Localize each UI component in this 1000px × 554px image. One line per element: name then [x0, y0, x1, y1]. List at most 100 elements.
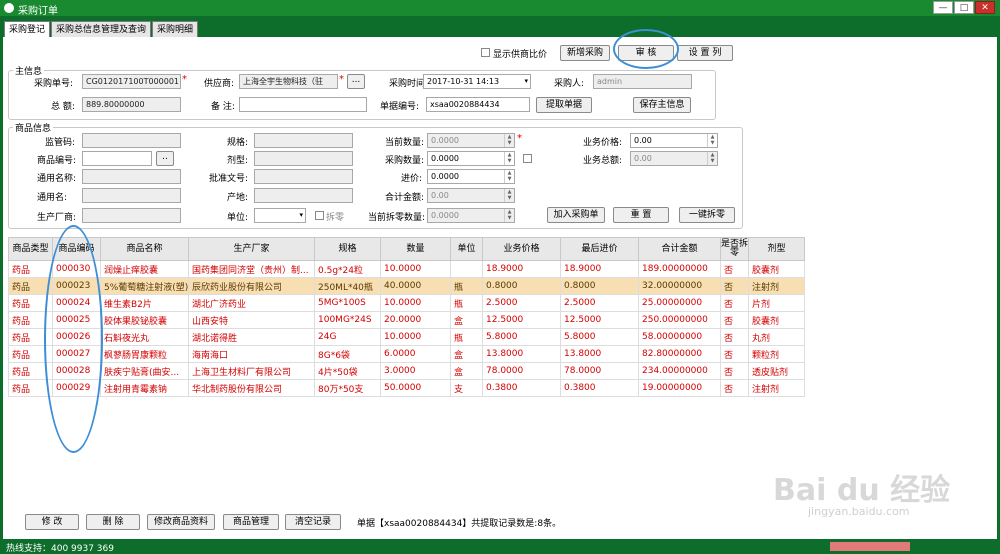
split-checkbox[interactable]: [315, 211, 324, 220]
spinner-icon[interactable]: ▲ ▼: [504, 152, 514, 165]
column-settings-button[interactable]: 设 置 列: [677, 45, 733, 61]
table-cell[interactable]: 支: [450, 379, 483, 397]
table-row[interactable]: 药品 000023 5%葡萄糖注射液(塑) 辰欣药业股份有限公司 250ML*40瓶 40…: [8, 277, 805, 295]
column-header[interactable]: 合计金额: [638, 237, 721, 261]
buy-qty-checkbox[interactable]: [523, 154, 532, 163]
unit-select[interactable]: ▾: [254, 208, 306, 223]
table-row[interactable]: 药品 000029 注射用青霉素钠 华北制药股份有限公司 80万*50支 50.0000 支…: [8, 379, 805, 397]
table-cell[interactable]: [450, 260, 483, 278]
table-cell[interactable]: 10.0000: [380, 260, 451, 278]
table-cell[interactable]: 20.0000: [380, 311, 451, 329]
table-cell[interactable]: 24G: [314, 328, 381, 346]
product-code-field[interactable]: [82, 151, 152, 166]
spinner-icon[interactable]: ▲ ▼: [707, 152, 717, 165]
table-cell[interactable]: 否: [720, 311, 749, 329]
table-row[interactable]: 药品 000030 润燥止痒胶囊 国药集团同济堂（贵州）制... 0.5g*24粒 10.…: [8, 260, 805, 278]
add-to-order-button[interactable]: 加入采购单: [547, 207, 605, 223]
table-cell[interactable]: 0.8000: [560, 277, 639, 295]
table-cell[interactable]: 胶体果胶铋胶囊: [100, 311, 189, 329]
table-cell[interactable]: 国药集团同济堂（贵州）制...: [188, 260, 315, 278]
table-cell[interactable]: 上海卫生材料厂有限公司: [188, 362, 315, 380]
table-row[interactable]: 药品 000027 枫蓼肠胃康颗粒 海南海口 8G*6袋 6.0000 盒 13.8000 13…: [8, 345, 805, 363]
table-cell[interactable]: 胶囊剂: [748, 311, 805, 329]
table-cell[interactable]: 盒: [450, 345, 483, 363]
clear-records-button[interactable]: 清空记录: [285, 514, 341, 530]
table-cell[interactable]: 10.0000: [380, 328, 451, 346]
table-cell[interactable]: 250.00000000: [638, 311, 721, 329]
biz-price-field[interactable]: 0.00 ▲ ▼: [630, 133, 718, 148]
biz-total-field[interactable]: 0.00 ▲ ▼: [630, 151, 718, 166]
total-field[interactable]: 889.80000000: [82, 97, 181, 112]
delete-button[interactable]: 删 除: [86, 514, 140, 530]
table-cell[interactable]: 颗粒剂: [748, 345, 805, 363]
table-cell[interactable]: 否: [720, 277, 749, 295]
table-cell[interactable]: 8G*6袋: [314, 345, 381, 363]
table-cell[interactable]: 注射剂: [748, 379, 805, 397]
maximize-button[interactable]: □: [954, 1, 974, 14]
spinner-icon[interactable]: ▲ ▼: [504, 170, 514, 183]
column-header[interactable]: 是否拆零: [720, 237, 749, 261]
table-cell[interactable]: 枫蓼肠胃康颗粒: [100, 345, 189, 363]
column-header[interactable]: 最后进价: [560, 237, 639, 261]
one-key-split-button[interactable]: 一键拆零: [679, 207, 735, 223]
table-cell[interactable]: 辰欣药业股份有限公司: [188, 277, 315, 295]
dosage-form-field[interactable]: [254, 151, 353, 166]
table-cell[interactable]: 13.8000: [482, 345, 561, 363]
table-cell[interactable]: 250ML*40瓶: [314, 277, 381, 295]
table-cell[interactable]: 胶囊剂: [748, 260, 805, 278]
current-qty-field[interactable]: 0.0000 ▲ ▼: [427, 133, 515, 148]
table-cell[interactable]: 丸剂: [748, 328, 805, 346]
table-cell[interactable]: 2.5000: [482, 294, 561, 312]
table-row[interactable]: 药品 000024 维生素B2片 湖北广济药业 5MG*100S 10.0000 瓶 2.50…: [8, 294, 805, 312]
table-cell[interactable]: 5%葡萄糖注射液(塑): [100, 277, 189, 295]
calendar-dropdown-icon[interactable]: ▾: [524, 75, 528, 88]
buy-qty-field[interactable]: 0.0000 ▲ ▼: [427, 151, 515, 166]
table-cell[interactable]: 100MG*24S: [314, 311, 381, 329]
spinner-icon[interactable]: ▲ ▼: [504, 134, 514, 147]
product-management-button[interactable]: 商品管理: [223, 514, 279, 530]
table-cell[interactable]: 海南海口: [188, 345, 315, 363]
spec-field[interactable]: [254, 133, 353, 148]
tab-purchase-detail[interactable]: 采购明细: [152, 21, 199, 38]
table-cell[interactable]: 石斛夜光丸: [100, 328, 189, 346]
table-cell[interactable]: 瓶: [450, 294, 483, 312]
table-cell[interactable]: 片剂: [748, 294, 805, 312]
table-cell[interactable]: 18.9000: [482, 260, 561, 278]
table-cell[interactable]: 58.00000000: [638, 328, 721, 346]
table-cell[interactable]: 78.0000: [482, 362, 561, 380]
spinner-icon[interactable]: ▲ ▼: [504, 189, 514, 202]
column-header[interactable]: 单位: [450, 237, 483, 261]
alias-field[interactable]: [82, 188, 181, 203]
table-cell[interactable]: 25.00000000: [638, 294, 721, 312]
table-cell[interactable]: 药品: [8, 260, 53, 278]
table-cell[interactable]: 78.0000: [560, 362, 639, 380]
table-cell[interactable]: 0.8000: [482, 277, 561, 295]
close-button[interactable]: ✕: [975, 1, 995, 14]
table-cell[interactable]: 注射剂: [748, 277, 805, 295]
minimize-button[interactable]: —: [933, 1, 953, 14]
column-header[interactable]: 商品类型: [8, 237, 53, 261]
approval-no-field[interactable]: [254, 169, 353, 184]
table-cell[interactable]: 2.5000: [560, 294, 639, 312]
table-cell[interactable]: 注射用青霉素钠: [100, 379, 189, 397]
column-header[interactable]: 商品名称: [100, 237, 189, 261]
reset-button[interactable]: 重 置: [613, 207, 669, 223]
in-price-field[interactable]: 0.0000 ▲ ▼: [427, 169, 515, 184]
table-cell[interactable]: 5.8000: [482, 328, 561, 346]
column-header[interactable]: 剂型: [748, 237, 805, 261]
edit-product-button[interactable]: 修改商品资料: [147, 514, 215, 530]
table-cell[interactable]: 4片*50袋: [314, 362, 381, 380]
table-cell[interactable]: 华北制药股份有限公司: [188, 379, 315, 397]
column-header[interactable]: 规格: [314, 237, 381, 261]
table-row[interactable]: 药品 000026 石斛夜光丸 湖北诺得胜 24G 10.0000 瓶 5.8000 5.800…: [8, 328, 805, 346]
buyer-field[interactable]: admin: [593, 74, 692, 89]
table-cell[interactable]: 肤疾宁贴膏(曲安...: [100, 362, 189, 380]
tab-purchase-summary[interactable]: 采购总信息管理及查询: [51, 21, 152, 38]
table-cell[interactable]: 234.00000000: [638, 362, 721, 380]
edit-button[interactable]: 修 改: [25, 514, 79, 530]
maker-field[interactable]: [82, 208, 181, 223]
tab-purchase-register[interactable]: 采购登记: [4, 21, 51, 38]
table-cell[interactable]: 10.0000: [380, 294, 451, 312]
table-cell[interactable]: 湖北广济药业: [188, 294, 315, 312]
table-cell[interactable]: 19.00000000: [638, 379, 721, 397]
